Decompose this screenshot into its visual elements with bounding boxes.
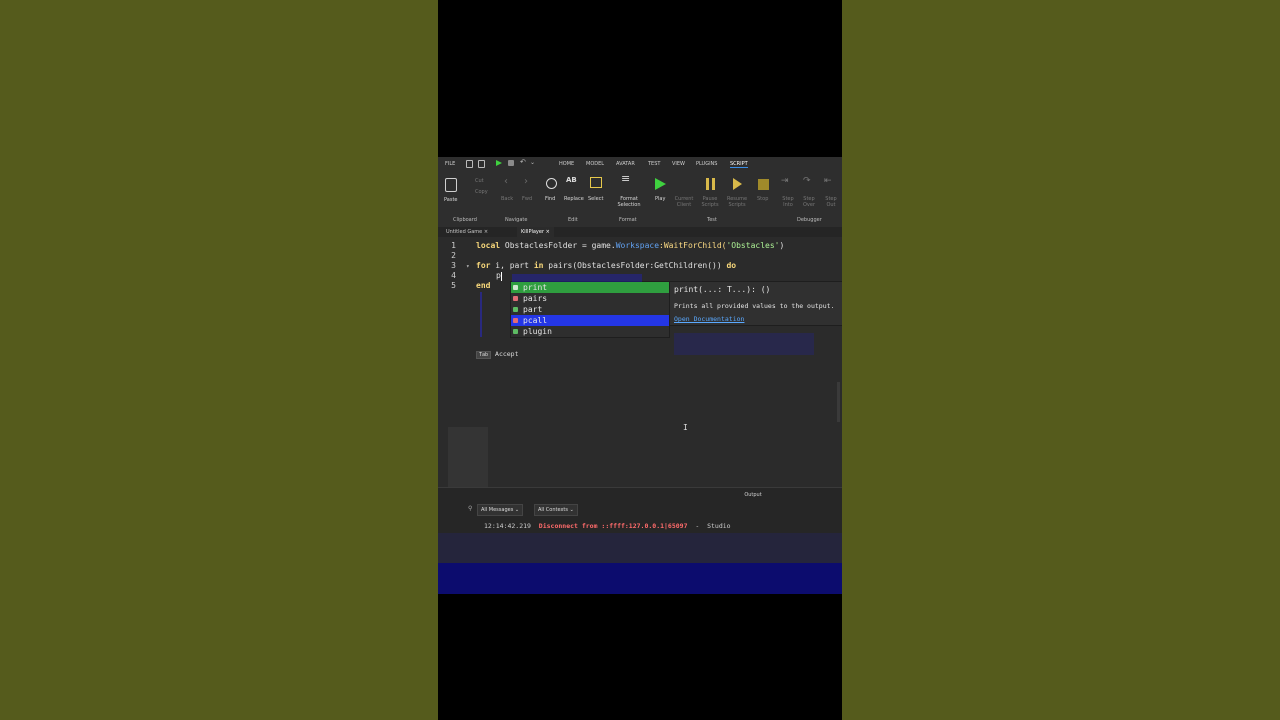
play-button[interactable]: Play	[655, 196, 665, 202]
line-number: 1	[451, 241, 456, 250]
menu-home[interactable]: HOME	[559, 161, 574, 167]
accept-hint: Tab Accept	[476, 350, 519, 359]
function-icon	[513, 296, 518, 301]
code-line-3: for i, part in pairs(ObstaclesFolder:Get…	[476, 261, 737, 270]
stop-icon[interactable]	[508, 160, 514, 166]
back-button[interactable]: Back	[501, 196, 513, 202]
tab-key: Tab	[476, 351, 492, 359]
group-edit-label: Edit	[568, 217, 578, 223]
menu-test[interactable]: TEST	[648, 161, 660, 167]
all-messages-dropdown[interactable]: All Messages ⌄	[477, 504, 524, 516]
autocomplete-item-print[interactable]: print	[511, 282, 669, 293]
glitch-bar	[438, 563, 842, 594]
group-clipboard-label: Clipboard	[453, 217, 477, 223]
copy-button[interactable]: Copy	[475, 189, 488, 195]
menu-view[interactable]: VIEW	[672, 161, 685, 167]
cut-button[interactable]: Cut	[475, 178, 484, 184]
vertical-scrollbar[interactable]	[837, 382, 840, 422]
code-line-1: local ObstaclesFolder = game.Workspace:W…	[476, 241, 785, 250]
line-number: 3	[451, 261, 456, 270]
function-icon	[513, 285, 518, 290]
output-title: Output	[744, 492, 762, 498]
close-icon[interactable]: ×	[484, 229, 488, 235]
group-format-label: Format	[619, 217, 637, 223]
step-out-icon: ⇤	[824, 176, 832, 186]
menu-model[interactable]: MODEL	[586, 161, 604, 167]
group-debugger-label: Debugger	[797, 217, 822, 223]
select-button[interactable]: Select	[588, 196, 603, 202]
code-editor[interactable]: 1 2 3 4 5 ▾ local ObstaclesFolder = game…	[438, 237, 842, 487]
function-icon	[513, 318, 518, 323]
play-icon	[655, 178, 666, 190]
search-icon	[546, 178, 557, 189]
step-out-button[interactable]: Step Out	[824, 196, 838, 208]
replace-icon: AB	[566, 176, 577, 184]
autocomplete-item-part[interactable]: part	[511, 304, 669, 315]
menu-file[interactable]: FILE	[445, 161, 455, 167]
menu-plugins[interactable]: PLUGINS	[696, 161, 717, 167]
find-button[interactable]: Find	[545, 196, 555, 202]
pause-icon	[706, 178, 709, 190]
roblox-studio-window: FILE ↶ ⌄ HOME MODEL AVATAR TEST VIEW PLU…	[438, 157, 842, 563]
current-client-button[interactable]: Current Client	[674, 196, 694, 208]
paste-icon	[445, 178, 457, 192]
format-selection-button[interactable]: Format Selection	[614, 196, 644, 208]
variable-icon	[513, 329, 518, 334]
menu-script[interactable]: SCRIPT	[730, 161, 748, 168]
filter-icon[interactable]: ⚲	[468, 505, 472, 512]
save-icon[interactable]	[478, 160, 485, 168]
fold-chevron-icon[interactable]: ▾	[466, 263, 470, 270]
function-description: Prints all provided values to the output…	[674, 302, 835, 310]
resume-scripts-button[interactable]: Resume Scripts	[726, 196, 748, 208]
resume-icon	[733, 178, 742, 190]
ribbon-toolbar: Paste Cut Copy ‹ › Back Fwd AB Find Repl…	[438, 171, 842, 228]
new-file-icon[interactable]	[466, 160, 473, 168]
step-into-icon: ⇥	[781, 176, 789, 186]
step-over-button[interactable]: Step Over	[802, 196, 816, 208]
autocomplete-popup: print pairs part pcall plugin	[510, 281, 670, 338]
line-number: 2	[451, 251, 456, 260]
video-frame: FILE ↶ ⌄ HOME MODEL AVATAR TEST VIEW PLU…	[438, 0, 842, 720]
play-icon[interactable]	[496, 160, 502, 166]
output-panel: Output All Messages ⌄ All Contexts ⌄ ⚲ 1…	[438, 487, 842, 563]
line-number: 5	[451, 281, 456, 290]
forward-button[interactable]: Fwd	[522, 196, 532, 202]
autocomplete-item-pcall[interactable]: pcall	[511, 315, 669, 326]
step-over-icon: ↷	[803, 176, 811, 186]
chevron-down-icon[interactable]: ⌄	[530, 159, 537, 166]
tab-untitled-game[interactable]: Untitled Game ×	[442, 227, 492, 237]
replace-button[interactable]: Replace	[564, 196, 584, 202]
stop-square-icon	[758, 179, 769, 190]
group-navigate-label: Navigate	[505, 217, 528, 223]
back-arrow-icon: ‹	[504, 176, 508, 187]
forward-arrow-icon: ›	[524, 176, 528, 187]
output-log-line: 12:14:42.219 Disconnect from ::ffff:127.…	[484, 522, 731, 530]
all-contexts-dropdown[interactable]: All Contexts ⌄	[534, 504, 578, 516]
script-tabs: Untitled Game × KillPlayer ×	[438, 227, 842, 237]
close-icon[interactable]: ×	[546, 229, 550, 235]
pause-scripts-button[interactable]: Pause Scripts	[700, 196, 720, 208]
tab-killplayer[interactable]: KillPlayer ×	[517, 227, 554, 237]
paste-button[interactable]: Paste	[444, 197, 458, 203]
function-signature: print(...: T...): ()	[674, 285, 771, 294]
menu-avatar[interactable]: AVATAR	[616, 161, 635, 167]
mouse-cursor-icon: I	[683, 423, 688, 432]
autocomplete-item-plugin[interactable]: plugin	[511, 326, 669, 337]
undo-icon[interactable]: ↶	[520, 158, 527, 166]
text-cursor	[501, 272, 502, 281]
line-number: 4	[451, 271, 456, 280]
step-into-button[interactable]: Step Into	[781, 196, 795, 208]
code-line-5: end	[476, 281, 491, 290]
autocomplete-item-pairs[interactable]: pairs	[511, 293, 669, 304]
menu-bar: FILE ↶ ⌄ HOME MODEL AVATAR TEST VIEW PLU…	[438, 157, 842, 171]
select-icon	[590, 177, 602, 188]
documentation-popup: print(...: T...): () Prints all provided…	[669, 281, 842, 326]
variable-icon	[513, 307, 518, 312]
group-test-label: Test	[707, 217, 717, 223]
stop-button[interactable]: Stop	[757, 196, 768, 202]
open-documentation-link[interactable]: Open Documentation	[674, 315, 744, 323]
format-icon: ≡	[621, 172, 631, 185]
